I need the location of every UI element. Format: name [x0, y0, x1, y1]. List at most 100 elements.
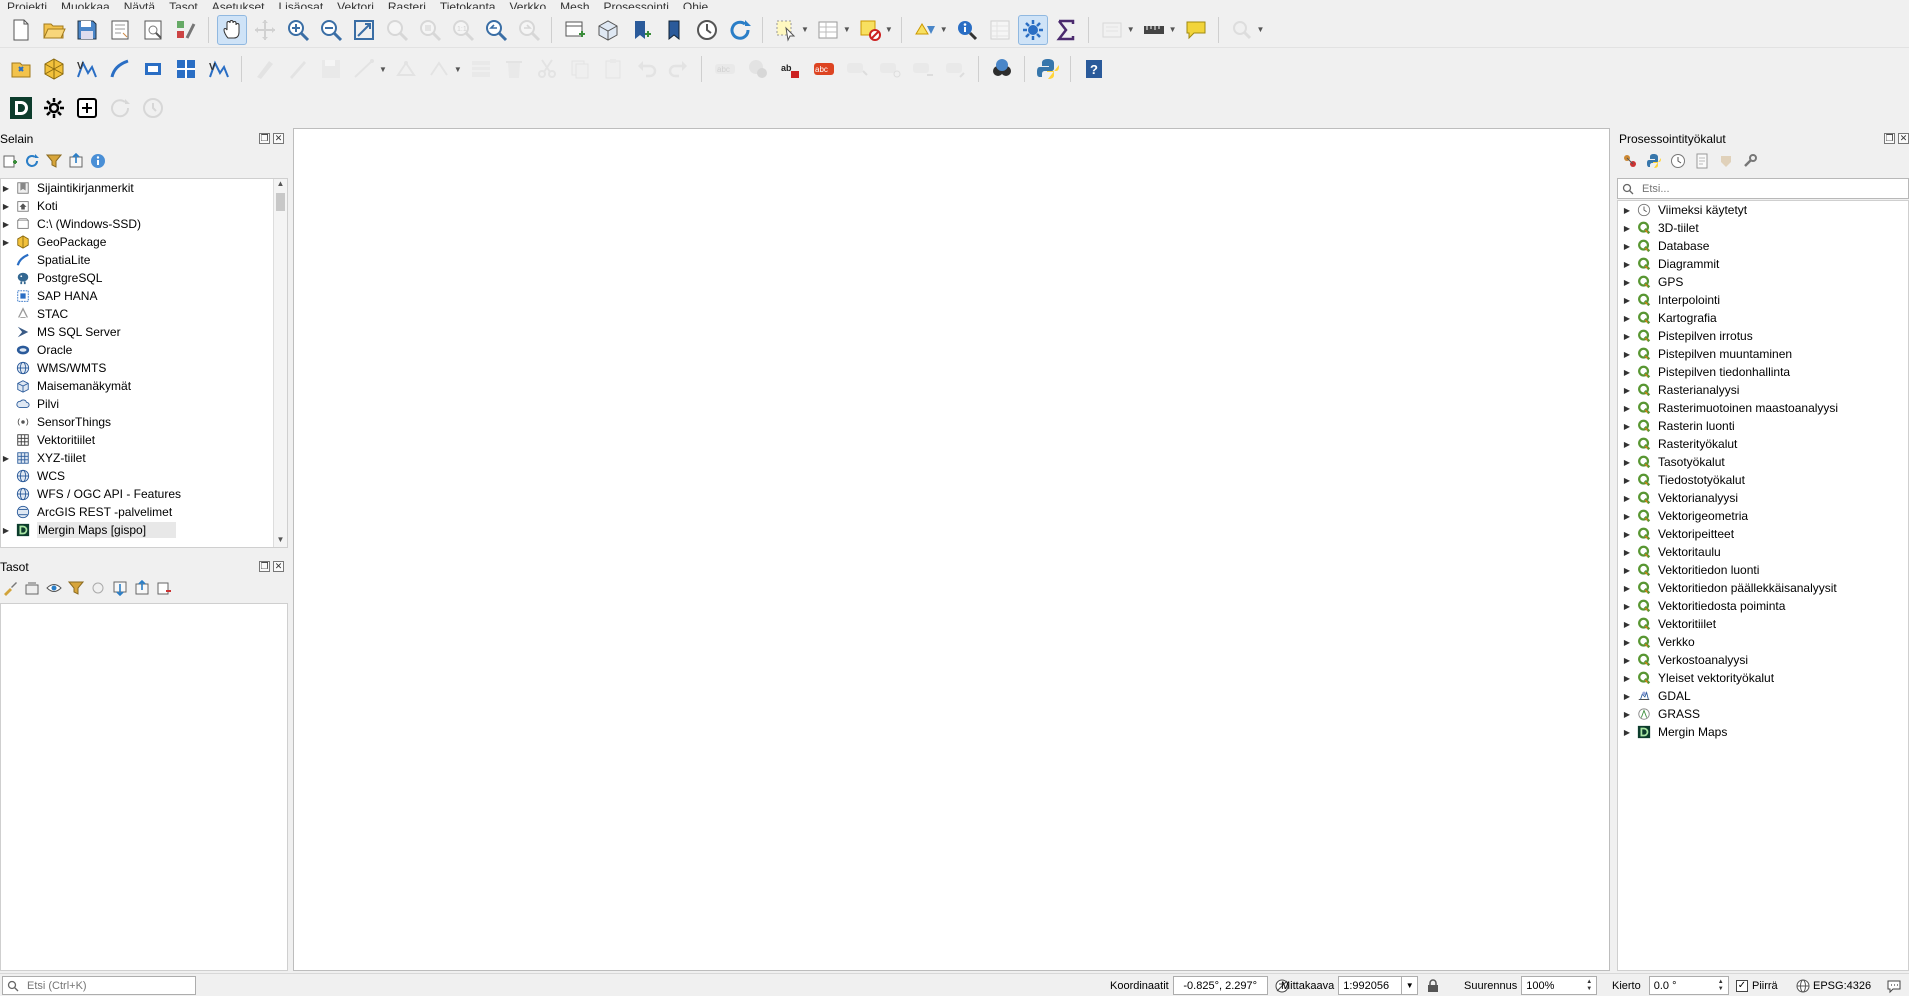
processing-provider-item[interactable]: ▶ Kartografia	[1618, 309, 1908, 327]
processing-provider-item[interactable]: ▶ Verkko	[1618, 633, 1908, 651]
processing-provider-item[interactable]: ▶ 3D-tiilet	[1618, 219, 1908, 237]
scroll-thumb[interactable]	[276, 193, 285, 211]
processing-provider-item[interactable]: ▶ Rasterin luonti	[1618, 417, 1908, 435]
expand-arrow-icon[interactable]: ▶	[1622, 422, 1632, 431]
menu-item-9[interactable]: Verkko	[502, 0, 553, 9]
menu-item-1[interactable]: Muokkaa	[54, 0, 117, 9]
map-tips-button[interactable]	[1181, 15, 1211, 45]
menu-item-6[interactable]: Vektori	[330, 0, 381, 9]
layout-manager-button[interactable]	[138, 15, 168, 45]
expand-arrow-icon[interactable]: ▶	[1622, 494, 1632, 503]
new-temp-layer-button[interactable]	[138, 54, 168, 84]
expand-arrow-icon[interactable]: ▶	[1622, 638, 1632, 647]
settings-button[interactable]	[39, 93, 69, 123]
label-change-button[interactable]	[908, 54, 938, 84]
browser-item[interactable]: Maisemanäkymät	[1, 377, 287, 395]
map-canvas[interactable]	[293, 128, 1610, 971]
processing-provider-item[interactable]: ▶ Viimeksi käytetyt	[1618, 201, 1908, 219]
python-console-button[interactable]	[1033, 54, 1063, 84]
zoom-native-button[interactable]: 1:1	[448, 15, 478, 45]
browser-item[interactable]: Pilvi	[1, 395, 287, 413]
expand-arrow-icon[interactable]: ▶	[1622, 386, 1632, 395]
processing-provider-item[interactable]: ▶ Pistepilven tiedonhallinta	[1618, 363, 1908, 381]
mergin-maps-logo-button[interactable]	[6, 93, 36, 123]
browser-item[interactable]: SAP HANA	[1, 287, 287, 305]
collapse-all-icon[interactable]	[134, 580, 150, 596]
edit-features-in-place-icon[interactable]	[1718, 153, 1734, 169]
models-icon[interactable]	[1622, 153, 1638, 169]
processing-provider-item[interactable]: ▶ Tasotyökalut	[1618, 453, 1908, 471]
expand-arrow-icon[interactable]: ▶	[1622, 242, 1632, 251]
expand-arrow-icon[interactable]: ▶	[1622, 350, 1632, 359]
layer-styling-icon[interactable]	[2, 580, 18, 596]
expand-arrow-icon[interactable]: ▶	[1622, 530, 1632, 539]
expand-arrow-icon[interactable]: ▶	[1622, 224, 1632, 233]
expand-arrow-icon[interactable]: ▶	[1622, 404, 1632, 413]
deselect-button[interactable]	[855, 15, 885, 45]
processing-provider-item[interactable]: ▶ Pistepilven irrotus	[1618, 327, 1908, 345]
browser-item[interactable]: ▶ Sijaintikirjanmerkit	[1, 179, 287, 197]
expand-arrow-icon[interactable]: ▶	[1622, 206, 1632, 215]
render-checkbox[interactable]: ✓	[1736, 979, 1748, 992]
add-group-icon[interactable]	[24, 580, 40, 596]
processing-provider-item[interactable]: ▶ Vektoritiilet	[1618, 615, 1908, 633]
locator-input[interactable]	[25, 978, 185, 993]
new-mesh-layer-button[interactable]: V	[204, 54, 234, 84]
spin-arrows-icon[interactable]: ▲ ▼	[1586, 979, 1592, 993]
collapse-all-icon[interactable]	[68, 153, 84, 169]
scale-field[interactable]: 1:992056	[1338, 976, 1403, 995]
browser-item[interactable]: ▶ C:\ (Windows-SSD)	[1, 215, 287, 233]
edit-pencil-button[interactable]	[283, 54, 313, 84]
new-3d-map-button[interactable]	[593, 15, 623, 45]
menu-item-0[interactable]: Projekti	[0, 0, 54, 9]
scale-dropdown-button[interactable]: ▼	[1402, 976, 1419, 995]
filter-legend-icon[interactable]	[68, 580, 84, 596]
processing-toolbox-button[interactable]	[1017, 14, 1048, 45]
processing-provider-item[interactable]: ▶ Yleiset vektorityökalut	[1618, 669, 1908, 687]
style-manager-button[interactable]	[171, 15, 201, 45]
browser-item[interactable]: WCS	[1, 467, 287, 485]
multi-edit-button[interactable]	[424, 54, 454, 84]
annotation-button[interactable]	[1227, 15, 1257, 45]
processing-provider-item[interactable]: ▶ Vektoritiedosta poiminta	[1618, 597, 1908, 615]
expand-arrow-icon[interactable]: ▶	[1622, 584, 1632, 593]
menu-item-3[interactable]: Tasot	[162, 0, 205, 9]
menu-item-8[interactable]: Tietokanta	[433, 0, 503, 9]
processing-provider-item[interactable]: ▶ Mergin Maps	[1618, 723, 1908, 741]
expand-arrow-icon[interactable]: ▶	[1, 184, 11, 193]
temporal-controller-button[interactable]	[692, 15, 722, 45]
processing-provider-item[interactable]: ▶ Vektoripeitteet	[1618, 525, 1908, 543]
expand-arrow-icon[interactable]: ▶	[1622, 278, 1632, 287]
processing-provider-item[interactable]: ▶ Tiedostotyökalut	[1618, 471, 1908, 489]
processing-provider-item[interactable]: ▶ Verkostoanalyysi	[1618, 651, 1908, 669]
coordinates-field[interactable]: -0.825°, 2.297°	[1172, 976, 1268, 995]
processing-provider-item[interactable]: ▶ Rasterityökalut	[1618, 435, 1908, 453]
cut-features-button[interactable]	[532, 54, 562, 84]
lock-scale-icon[interactable]	[1426, 978, 1440, 993]
browser-item[interactable]: MS SQL Server	[1, 323, 287, 341]
messages-button[interactable]	[1886, 976, 1902, 995]
refresh-icon[interactable]	[24, 153, 40, 169]
history-button[interactable]	[138, 93, 168, 123]
vertex-tool-button[interactable]	[391, 54, 421, 84]
processing-provider-item[interactable]: ▶ Vektoritaulu	[1618, 543, 1908, 561]
zoom-full-button[interactable]	[349, 15, 379, 45]
browser-item[interactable]: SpatiaLite	[1, 251, 287, 269]
add-project-button[interactable]	[72, 93, 102, 123]
browser-item[interactable]: ▶ Koti	[1, 197, 287, 215]
browser-item[interactable]: STAC	[1, 305, 287, 323]
processing-provider-item[interactable]: ▶ GRASS	[1618, 705, 1908, 723]
attribute-form-button[interactable]	[1097, 15, 1127, 45]
georeferencer-button[interactable]	[987, 54, 1017, 84]
chevron-down-icon[interactable]: ▼	[379, 65, 387, 74]
undo-button[interactable]	[631, 54, 661, 84]
processing-provider-item[interactable]: ▶ Vektorigeometria	[1618, 507, 1908, 525]
identify-button[interactable]	[952, 15, 982, 45]
expand-arrow-icon[interactable]: ▶	[1622, 314, 1632, 323]
menu-item-5[interactable]: Lisäosat	[271, 0, 330, 9]
expand-all-icon[interactable]	[112, 580, 128, 596]
expand-arrow-icon[interactable]: ▶	[1622, 566, 1632, 575]
sync-button[interactable]	[105, 93, 135, 123]
expand-arrow-icon[interactable]: ▶	[1, 238, 11, 247]
expand-arrow-icon[interactable]: ▶	[1622, 512, 1632, 521]
